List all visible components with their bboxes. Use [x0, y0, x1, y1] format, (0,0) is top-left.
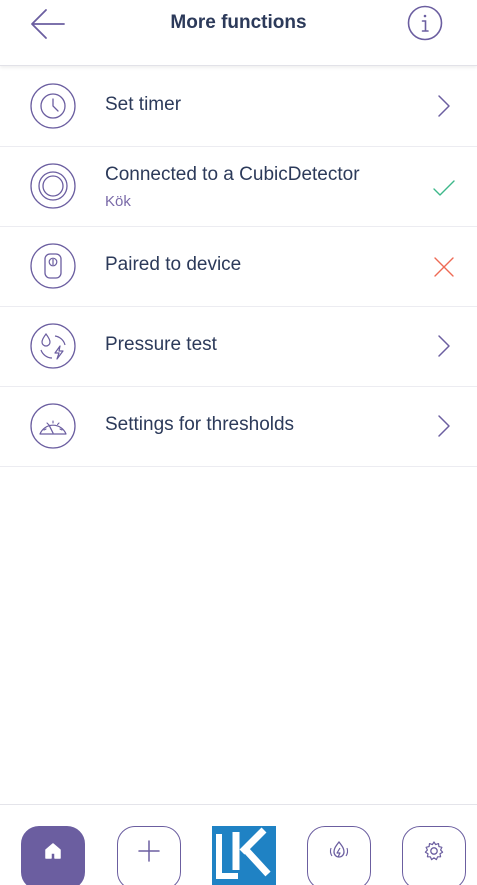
close-x-icon: [434, 257, 454, 277]
menu-item-label: Pressure test: [105, 334, 217, 355]
menu-item-label: Set timer: [105, 94, 182, 115]
top-bar: More functions: [0, 0, 477, 66]
detector-ring-icon: [30, 163, 76, 209]
menu-item-thresholds[interactable]: Settings for thresholds: [0, 387, 477, 467]
nav-settings-button[interactable]: [402, 826, 466, 885]
clock-icon: [30, 83, 76, 129]
nav-add-button[interactable]: [117, 826, 181, 885]
pressure-test-icon: [30, 323, 76, 369]
lk-logo: [212, 826, 276, 885]
functions-list: Set timer Connected to a CubicDetector K…: [0, 67, 477, 467]
info-icon: [407, 5, 443, 41]
menu-item-set-timer[interactable]: Set timer: [0, 67, 477, 147]
menu-item-label: Settings for thresholds: [105, 414, 295, 435]
menu-item-cubic-detector[interactable]: Connected to a CubicDetector Kök: [0, 147, 477, 227]
page-title: More functions: [170, 12, 307, 33]
gauge-icon: [30, 403, 76, 449]
more-functions-screen: More functions Set timer Connected to a …: [0, 0, 477, 885]
plus-icon: [138, 839, 160, 862]
paired-device-icon: [30, 243, 76, 289]
menu-item-paired-device[interactable]: Paired to device: [0, 227, 477, 307]
menu-item-sublabel: Kök: [105, 193, 131, 210]
chevron-right-icon: [438, 95, 450, 117]
chevron-right-icon: [438, 415, 450, 437]
home-icon: [45, 842, 61, 859]
bottom-nav: [0, 804, 477, 885]
info-button[interactable]: [407, 5, 443, 41]
lk-logo-icon: [216, 827, 271, 879]
menu-item-pressure-test[interactable]: Pressure test: [0, 307, 477, 387]
menu-item-label: Paired to device: [105, 254, 242, 275]
nav-home-button[interactable]: [21, 826, 85, 885]
gear-icon: [424, 840, 444, 860]
check-icon: [433, 180, 455, 196]
menu-item-label: Connected to a CubicDetector: [105, 164, 360, 185]
nav-leak-button[interactable]: [307, 826, 371, 885]
chevron-right-icon: [438, 335, 450, 357]
leak-drop-icon: [329, 840, 349, 858]
